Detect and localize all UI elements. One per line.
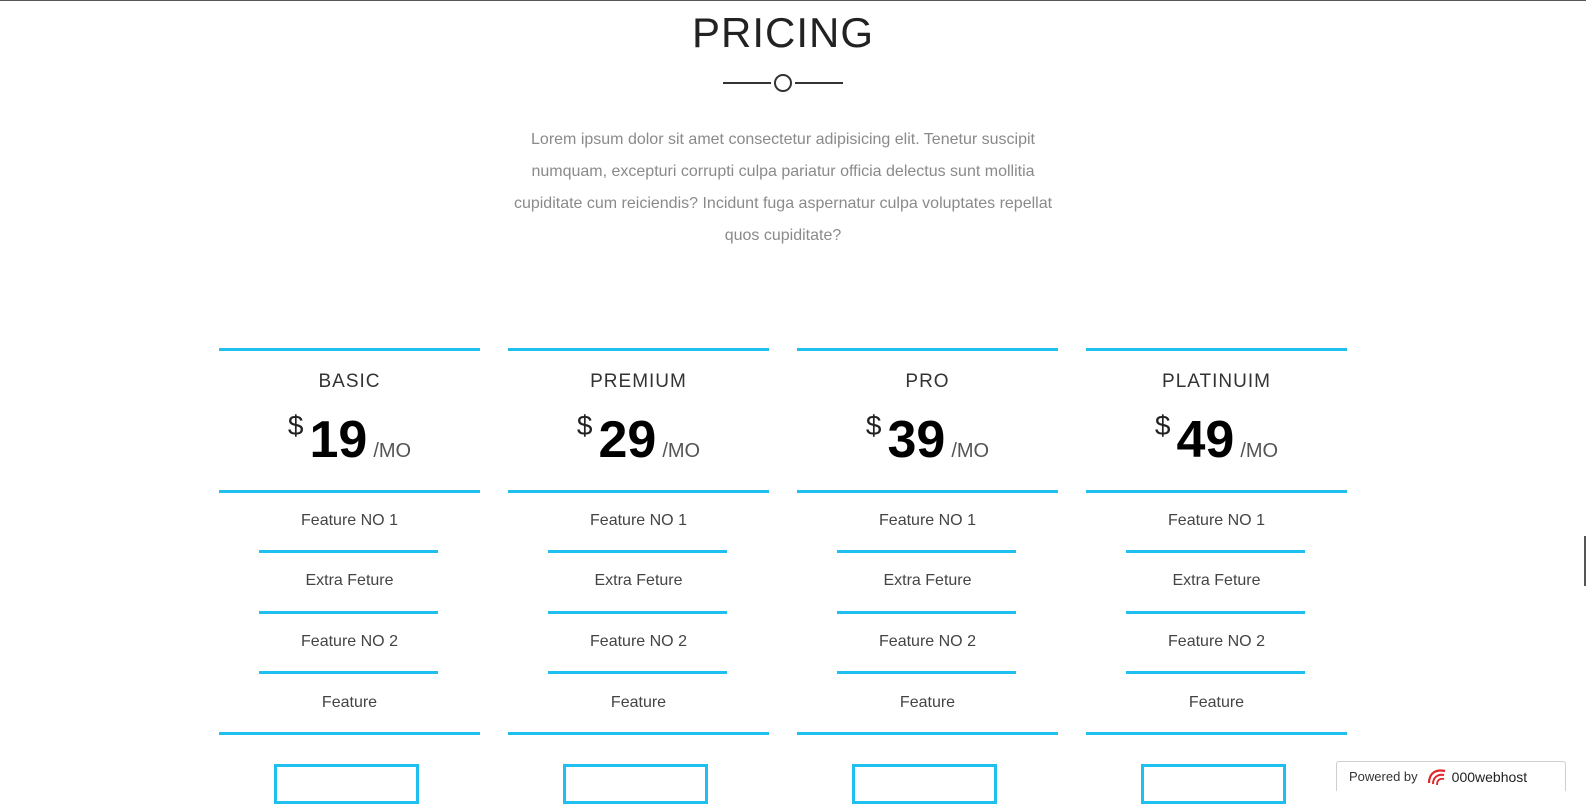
- plan-feature: Feature NO 2: [590, 633, 687, 650]
- price-amount: 39: [887, 411, 946, 469]
- price-period: /MO: [1240, 440, 1279, 462]
- plan-feature: Feature NO 1: [1168, 512, 1265, 529]
- pricing-card-platinum: PLATINUIM $49/MO Feature NO 1 Extra Fetu…: [1086, 348, 1347, 804]
- currency-symbol: $: [576, 410, 593, 441]
- price-period: /MO: [951, 440, 990, 462]
- select-plan-button[interactable]: [563, 764, 708, 804]
- 000webhost-logo-icon: [1427, 768, 1445, 785]
- plan-price: $19/MO: [219, 410, 480, 470]
- plan-feature: Feature NO 1: [879, 512, 976, 529]
- price-amount: 19: [309, 411, 368, 469]
- plan-feature: Feature NO 2: [879, 633, 976, 650]
- title-divider: [723, 74, 843, 92]
- plan-feature: Feature NO 2: [1168, 633, 1265, 650]
- plan-feature: Feature NO 1: [590, 512, 687, 529]
- plan-price: $29/MO: [508, 410, 769, 470]
- plan-name: PRO: [905, 371, 950, 392]
- plan-feature: Feature: [1188, 694, 1245, 711]
- plan-name: BASIC: [318, 371, 381, 392]
- pricing-intro: Lorem ipsum dolor sit amet consectetur a…: [513, 131, 1053, 244]
- pricing-card-premium: PREMIUM $29/MO Feature NO 1 Extra Feture…: [508, 348, 769, 804]
- plan-feature: Feature: [321, 694, 378, 711]
- powered-by-badge[interactable]: Powered by 000webhost: [1336, 761, 1566, 791]
- plan-feature: Extra Feture: [883, 572, 972, 589]
- plan-feature: Extra Feture: [1172, 572, 1261, 589]
- pricing-card-pro: PRO $39/MO Feature NO 1 Extra Feture Fea…: [797, 348, 1058, 804]
- plan-feature: Feature: [899, 694, 956, 711]
- currency-symbol: $: [1154, 410, 1171, 441]
- plan-feature: Feature NO 2: [301, 633, 398, 650]
- powered-by-brand: 000webhost: [1451, 768, 1528, 785]
- price-period: /MO: [373, 440, 412, 462]
- plan-name: PREMIUM: [590, 371, 687, 392]
- powered-by-label: Powered by: [1349, 769, 1418, 784]
- plan-feature: Extra Feture: [305, 572, 394, 589]
- plan-feature: Feature: [610, 694, 667, 711]
- plan-feature: Extra Feture: [594, 572, 683, 589]
- plan-price: $49/MO: [1086, 410, 1347, 470]
- currency-symbol: $: [287, 410, 304, 441]
- select-plan-button[interactable]: [1141, 764, 1286, 804]
- select-plan-button[interactable]: [274, 764, 419, 804]
- plan-name: PLATINUIM: [1162, 371, 1271, 392]
- plan-feature: Feature NO 1: [301, 512, 398, 529]
- select-plan-button[interactable]: [852, 764, 997, 804]
- price-amount: 29: [598, 411, 657, 469]
- currency-symbol: $: [865, 410, 882, 441]
- pricing-title: PRICING: [691, 9, 874, 56]
- price-amount: 49: [1176, 411, 1235, 469]
- price-period: /MO: [662, 440, 701, 462]
- plan-price: $39/MO: [797, 410, 1058, 470]
- pricing-card-basic: BASIC $19/MO Feature NO 1 Extra Feture F…: [219, 348, 480, 804]
